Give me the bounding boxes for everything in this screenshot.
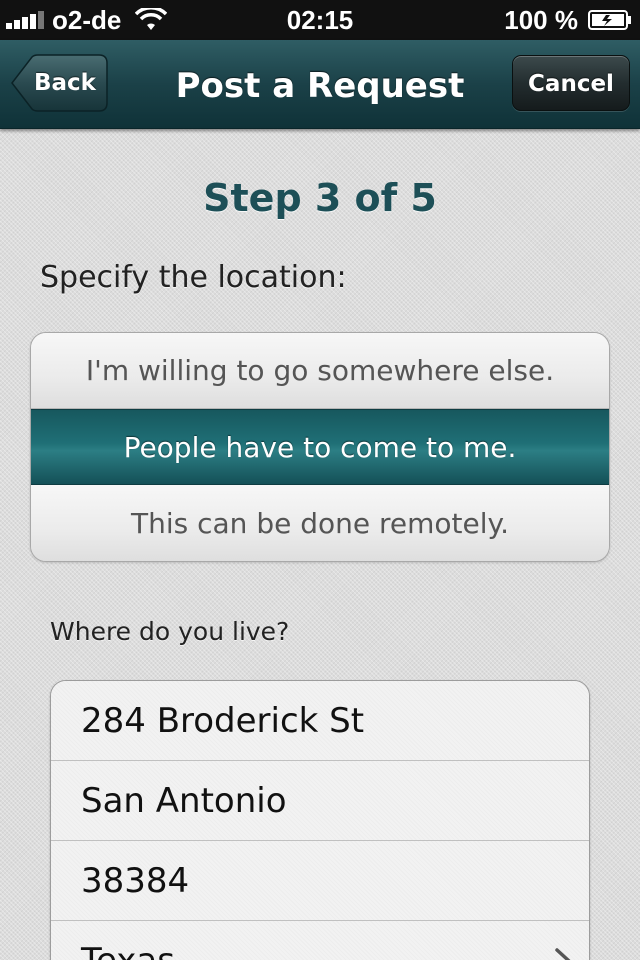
battery-icon <box>588 10 631 30</box>
address-label: Where do you live? <box>50 617 290 646</box>
location-label: Specify the location: <box>40 260 347 295</box>
battery-percent: 100 % <box>504 4 578 35</box>
zip-field[interactable]: 38384 <box>51 841 589 921</box>
state-selector[interactable]: Texas <box>51 921 589 960</box>
option-come-to-me[interactable]: People have to come to me. <box>31 409 609 485</box>
step-indicator: Step 3 of 5 <box>203 176 437 220</box>
location-options: I'm willing to go somewhere else. People… <box>30 332 610 562</box>
status-right: 100 % <box>504 4 632 36</box>
cancel-button[interactable]: Cancel <box>512 55 630 111</box>
option-go-elsewhere[interactable]: I'm willing to go somewhere else. <box>31 333 609 409</box>
option-remote[interactable]: This can be done remotely. <box>31 485 609 561</box>
chevron-right-icon <box>555 948 571 960</box>
status-bar: o2-de 02:15 100 % <box>0 0 640 40</box>
address-form: 284 Broderick St San Antonio 38384 Texas <box>50 680 590 960</box>
state-value: Texas <box>81 941 175 960</box>
city-field[interactable]: San Antonio <box>51 761 589 841</box>
street-field[interactable]: 284 Broderick St <box>51 681 589 761</box>
navigation-bar: Back Post a Request Cancel <box>0 40 640 129</box>
